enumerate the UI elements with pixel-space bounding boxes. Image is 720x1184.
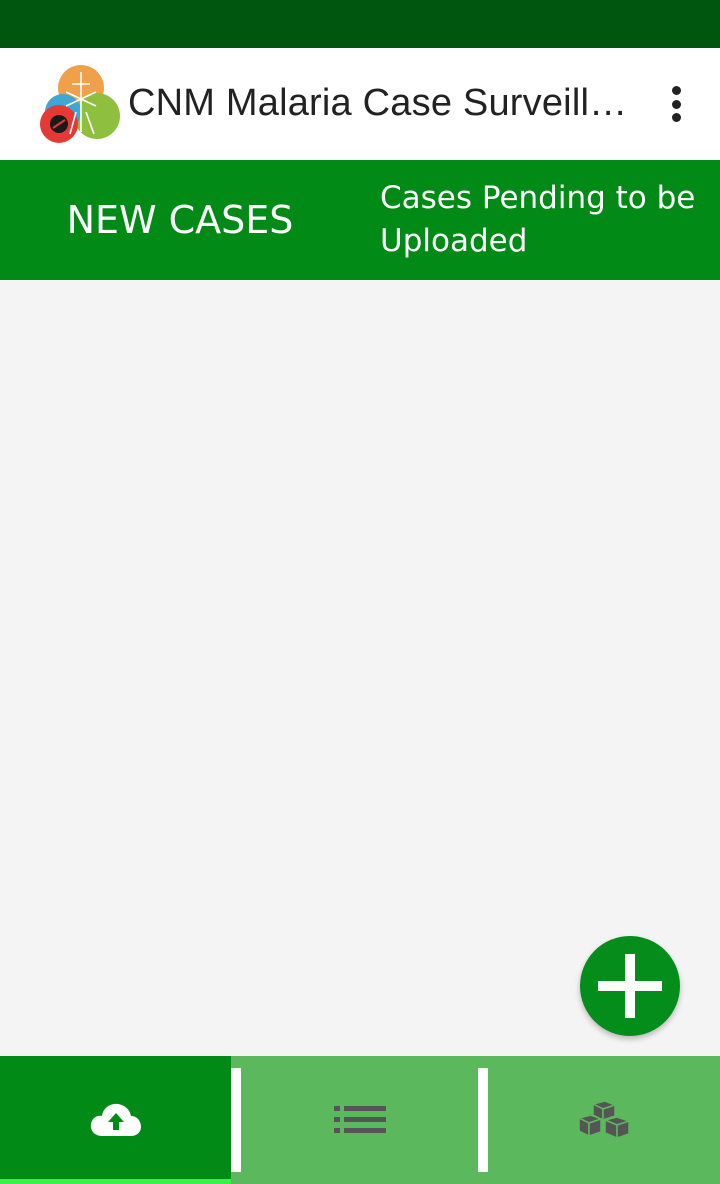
menu-dot xyxy=(671,86,681,95)
boxes-icon xyxy=(577,1100,631,1140)
menu-dot xyxy=(671,113,681,122)
tab-bar: NEW CASES Cases Pending to be Uploaded xyxy=(0,160,720,280)
nav-list-button[interactable] xyxy=(241,1056,478,1184)
nav-stock-button[interactable] xyxy=(488,1056,720,1184)
menu-dot xyxy=(671,99,681,109)
app-bar: CNM Malaria Case Surveillance xyxy=(0,48,720,160)
bottom-navigation xyxy=(0,1056,720,1184)
status-bar xyxy=(0,0,720,48)
nav-upload-button[interactable] xyxy=(0,1056,231,1184)
more-options-icon[interactable] xyxy=(656,82,696,126)
tab-pending-upload[interactable]: Cases Pending to be Uploaded xyxy=(380,160,710,280)
cloud-upload-icon xyxy=(90,1103,141,1136)
tab-new-cases[interactable]: NEW CASES xyxy=(0,160,360,280)
selected-indicator xyxy=(0,1179,231,1184)
app-title: CNM Malaria Case Surveillance xyxy=(128,82,628,124)
plus-icon xyxy=(598,954,662,1018)
add-case-button[interactable] xyxy=(580,936,680,1036)
malaria-logo-icon xyxy=(36,62,124,148)
nav-divider xyxy=(231,1068,241,1172)
list-icon xyxy=(333,1106,386,1133)
nav-divider xyxy=(478,1068,488,1172)
